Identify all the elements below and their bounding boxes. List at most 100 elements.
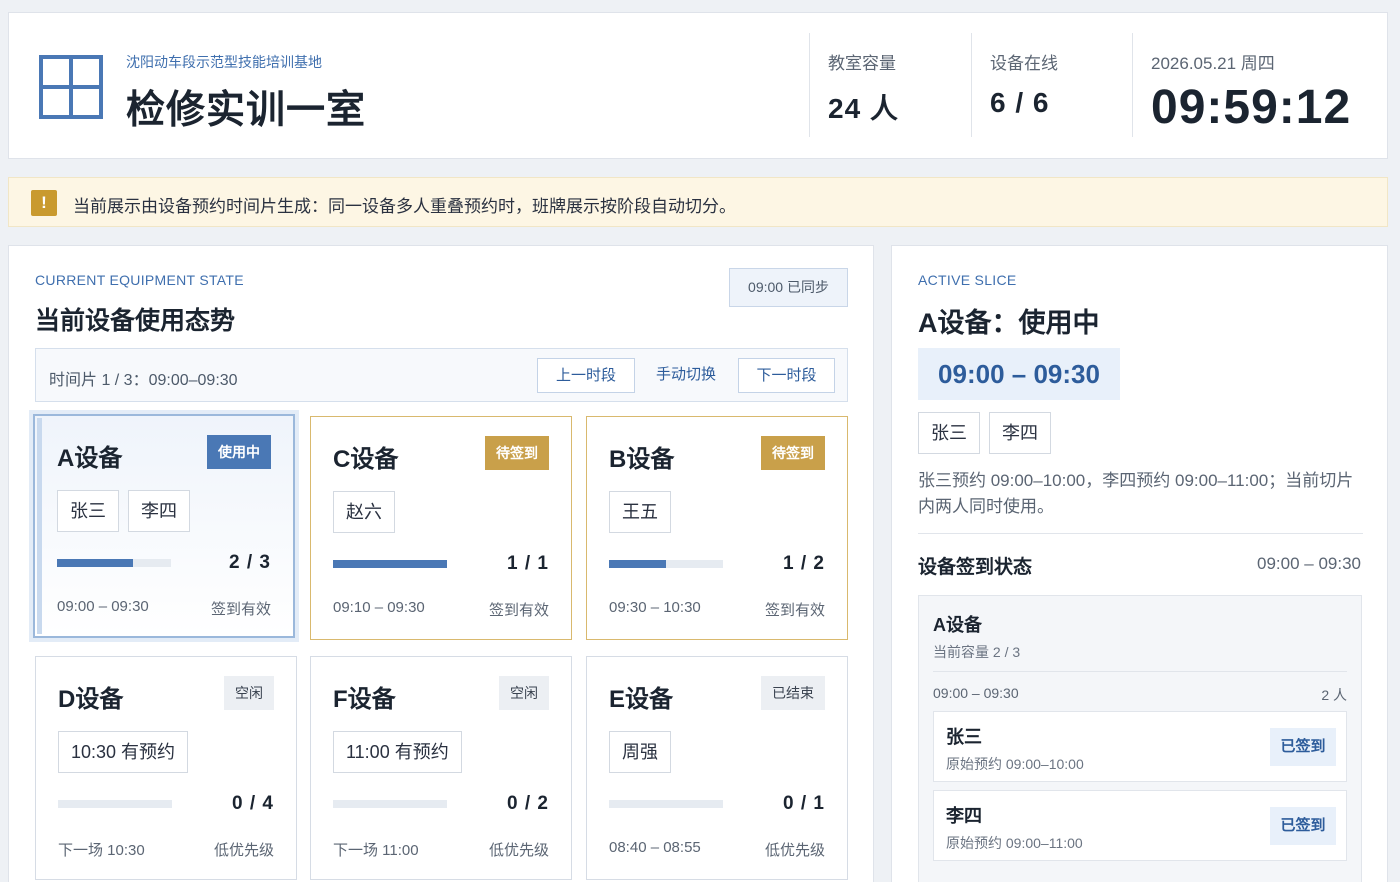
user-chips: 王五 xyxy=(609,491,680,533)
time-range: 09:10 – 09:30 xyxy=(333,599,425,616)
equipment-state-panel: CURRENT EQUIPMENT STATE 当前设备使用态势 09:00 已… xyxy=(8,245,874,882)
usage-count: 0 / 2 xyxy=(507,793,549,814)
usage-progress xyxy=(333,800,447,808)
usage-count: 0 / 1 xyxy=(783,793,825,814)
signin-section-time: 09:00 – 09:30 xyxy=(1257,554,1361,573)
card-note: 签到有效 xyxy=(210,601,271,618)
usage-progress xyxy=(333,560,447,568)
signin-slice-count: 2 人 xyxy=(1321,687,1347,703)
time-range: 08:40 – 08:55 xyxy=(609,839,701,856)
status-badge: 使用中 xyxy=(207,435,271,469)
notice-text: 当前展示由设备预约时间片生成：同一设备多人重叠预约时，班牌展示按阶段自动切分。 xyxy=(73,197,736,216)
date-label: 2026.05.21 周四 xyxy=(1151,54,1275,73)
card-note: 低优先级 xyxy=(764,842,825,859)
device-card-d[interactable]: D设备 空闲 10:30 有预约 0 / 4 下一场 10:30 低优先级 xyxy=(35,656,297,880)
status-badge: 空闲 xyxy=(499,676,549,710)
signin-slice-time: 09:00 – 09:30 xyxy=(933,685,1019,701)
status-badge: 空闲 xyxy=(224,676,274,710)
usage-progress xyxy=(58,800,172,808)
user-chips: 赵六 xyxy=(333,491,404,533)
device-card-c[interactable]: C设备 待签到 赵六 1 / 1 09:10 – 09:30 签到有效 xyxy=(310,416,572,640)
reservation-chip: 11:00 有预约 xyxy=(333,731,462,773)
panel-title: 当前设备使用态势 xyxy=(35,307,236,335)
active-device-title: A设备：使用中 xyxy=(918,308,1100,338)
usage-progress xyxy=(609,560,723,568)
person-name: 李四 xyxy=(946,806,982,826)
device-card-f[interactable]: F设备 空闲 11:00 有预约 0 / 2 下一场 11:00 低优先级 xyxy=(310,656,572,880)
online-value: 6 / 6 xyxy=(990,87,1050,118)
notice-banner: ! 当前展示由设备预约时间片生成：同一设备多人重叠预约时，班牌展示按阶段自动切分… xyxy=(8,177,1388,227)
person-reservation: 原始预约 09:00–10:00 xyxy=(946,756,1084,772)
person-reservation: 原始预约 09:00–11:00 xyxy=(946,835,1083,851)
next-slice-button[interactable]: 下一时段 xyxy=(738,358,835,393)
signin-person-row: 张三 原始预约 09:00–10:00 已签到 xyxy=(933,711,1347,782)
divider xyxy=(918,533,1363,534)
reservation-chips: 10:30 有预约 xyxy=(58,731,197,773)
next-session: 下一场 10:30 xyxy=(58,842,145,859)
card-note: 签到有效 xyxy=(764,602,825,619)
device-card-b[interactable]: B设备 待签到 王五 1 / 2 09:30 – 10:30 签到有效 xyxy=(586,416,848,640)
time-range: 09:00 – 09:30 xyxy=(57,598,149,615)
signin-person-row: 李四 原始预约 09:00–11:00 已签到 xyxy=(933,790,1347,861)
user-chip: 李四 xyxy=(989,412,1051,454)
base-name: 沈阳动车段示范型技能培训基地 xyxy=(126,54,322,70)
device-name: B设备 xyxy=(609,446,675,473)
user-chips: 张三 李四 xyxy=(57,490,199,532)
panel-eyebrow: ACTIVE SLICE xyxy=(918,272,1017,288)
device-name: C设备 xyxy=(333,446,399,473)
next-session: 下一场 11:00 xyxy=(333,842,419,859)
divider xyxy=(933,671,1347,672)
usage-count: 0 / 4 xyxy=(232,793,274,814)
usage-count: 2 / 3 xyxy=(229,552,271,573)
device-name: D设备 xyxy=(58,686,124,713)
user-chip: 王五 xyxy=(609,491,671,533)
slice-description: 张三预约 09:00–10:00，李四预约 09:00–11:00；当前切片内两… xyxy=(918,471,1354,516)
device-card-e[interactable]: E设备 已结束 周强 0 / 1 08:40 – 08:55 低优先级 xyxy=(586,656,848,880)
device-card-a[interactable]: A设备 使用中 张三 李四 2 / 3 09:00 – 09:30 签到有效 xyxy=(33,414,295,638)
device-name: A设备 xyxy=(57,445,123,472)
usage-count: 1 / 2 xyxy=(783,553,825,574)
status-badge: 已结束 xyxy=(761,676,825,710)
person-name: 张三 xyxy=(946,727,982,747)
user-chip: 周强 xyxy=(609,731,671,773)
card-note: 签到有效 xyxy=(488,602,549,619)
panel-eyebrow: CURRENT EQUIPMENT STATE xyxy=(35,272,244,288)
usage-progress-fill xyxy=(57,559,134,567)
device-name: F设备 xyxy=(333,686,396,713)
user-chip: 赵六 xyxy=(333,491,395,533)
active-slice-panel: ACTIVE SLICE A设备：使用中 09:00 – 09:30 张三李四 … xyxy=(891,245,1388,882)
signed-in-badge: 已签到 xyxy=(1270,728,1336,766)
manual-switch-button[interactable]: 手动切换 xyxy=(638,358,734,393)
warning-icon: ! xyxy=(31,190,57,216)
user-chip: 张三 xyxy=(918,412,980,454)
capacity-value: 24 人 xyxy=(828,93,899,124)
status-badge: 待签到 xyxy=(761,436,825,470)
active-user-chips: 张三 李四 xyxy=(918,412,1060,454)
signin-capacity: 当前容量 2 / 3 xyxy=(933,644,1021,660)
user-chips: 周强 xyxy=(609,731,680,773)
usage-progress-fill xyxy=(333,560,447,568)
card-note: 低优先级 xyxy=(213,842,274,859)
stat-capacity: 教室容量 24 人 xyxy=(809,33,971,137)
user-chip: 李四 xyxy=(128,490,190,532)
status-badge: 待签到 xyxy=(485,436,549,470)
device-name: E设备 xyxy=(609,686,674,713)
clock: 09:59:12 xyxy=(1151,81,1352,134)
card-note: 低优先级 xyxy=(488,842,549,859)
header-bar: 沈阳动车段示范型技能培训基地 检修实训一室 教室容量 24 人 设备在线 6 /… xyxy=(8,12,1388,159)
active-time-range: 09:00 – 09:30 xyxy=(918,348,1120,400)
time-slice-bar: 时间片 1 / 3：09:00–09:30 上一时段 手动切换 下一时段 xyxy=(35,348,848,402)
prev-slice-button[interactable]: 上一时段 xyxy=(537,358,635,393)
online-label: 设备在线 xyxy=(990,54,1058,73)
stat-datetime: 2026.05.21 周四 09:59:12 xyxy=(1132,33,1382,137)
reservation-chip: 10:30 有预约 xyxy=(58,731,189,773)
user-chip: 张三 xyxy=(57,490,119,532)
capacity-label: 教室容量 xyxy=(828,54,896,73)
signin-device-name: A设备 xyxy=(933,615,982,635)
room-name: 检修实训一室 xyxy=(126,89,367,132)
signin-status-box: A设备 当前容量 2 / 3 09:00 – 09:30 2 人 张三 原始预约… xyxy=(918,595,1362,882)
signed-in-badge: 已签到 xyxy=(1270,807,1336,845)
slice-label: 时间片 1 / 3：09:00–09:30 xyxy=(49,372,238,389)
time-range: 09:30 – 10:30 xyxy=(609,599,701,616)
usage-progress xyxy=(57,559,171,567)
